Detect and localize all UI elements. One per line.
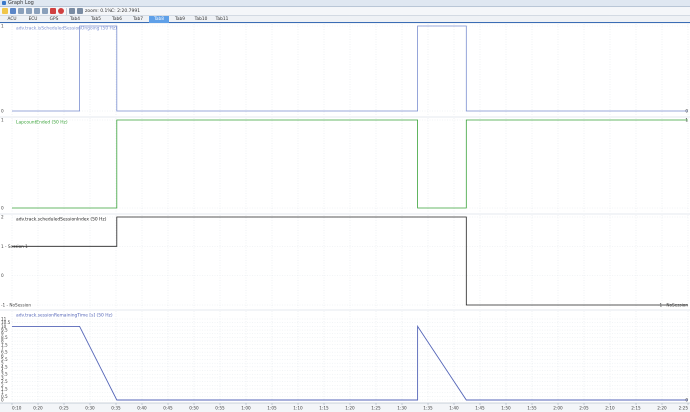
- tab-tab11[interactable]: Tab11: [212, 16, 232, 23]
- y-tick-label: 0: [1, 206, 4, 211]
- y-tick-label: 0: [1, 273, 4, 278]
- record-icon[interactable]: [58, 8, 64, 14]
- y-tick-label: 1: [1, 24, 4, 29]
- y-tick-label: 1: [1, 118, 4, 123]
- x-tick-label: 0:20: [33, 406, 43, 411]
- series-title: adv.track.scheduledSessionIndex (50 Hz): [16, 217, 107, 223]
- zoom-fit-icon[interactable]: [34, 8, 40, 14]
- x-tick-label: 1:30: [397, 406, 407, 411]
- x-tick-label: 2:10: [605, 406, 615, 411]
- plot-area: 1 0 adv.track.isScheduledSessionOngoing (5…: [0, 23, 690, 412]
- tab-gps[interactable]: GPS: [44, 16, 64, 23]
- x-tick-label: 1:05: [267, 406, 277, 411]
- y-tick-label: -1 - NoSession: [1, 303, 31, 308]
- x-tick-label: 2:20: [657, 406, 667, 411]
- open-folder-icon[interactable]: [2, 8, 8, 14]
- toolbar: zoom: 0.1% C: 2:20.7991: [0, 7, 690, 16]
- x-tick-label: 1:10: [293, 406, 303, 411]
- x-tick-label: 0:35: [111, 406, 121, 411]
- zoom-in-icon[interactable]: [18, 8, 24, 14]
- window-title: Graph Log: [8, 0, 34, 6]
- series-line: [12, 25, 688, 112]
- series-end-label: 0: [685, 398, 688, 403]
- x-tick-label: 0:45: [163, 406, 173, 411]
- toolbar-separator: [66, 8, 67, 15]
- tab-ecu[interactable]: ECU: [23, 16, 43, 23]
- x-tick-label: 1:00: [241, 406, 251, 411]
- tab-tab7[interactable]: Tab7: [128, 16, 148, 23]
- series-end-label: -1 - NoSession: [658, 303, 688, 308]
- save-icon[interactable]: [10, 8, 16, 14]
- x-tick-label: 0:50: [189, 406, 199, 411]
- tab-bar: ACU ECU GPS Tab4 Tab5 Tab6 Tab7 Tab8 Tab9 Tab10 Ta…: [0, 16, 690, 23]
- tab-acu[interactable]: ACU: [2, 16, 22, 23]
- series-title: LapcountEnded (50 Hz): [16, 120, 68, 126]
- link-icon[interactable]: [69, 8, 75, 14]
- x-tick-label: 0:30: [85, 406, 95, 411]
- tab-tab8[interactable]: Tab8: [149, 16, 169, 23]
- settings-icon[interactable]: [77, 8, 83, 14]
- x-tick-label: 0:25: [59, 406, 69, 411]
- x-tick-label: 1:45: [475, 406, 485, 411]
- x-tick-label: 1:25: [371, 406, 381, 411]
- y-tick-label: 0: [1, 109, 4, 114]
- cursor-time-readout: C: 2:20.7991: [111, 9, 141, 14]
- x-tick-label: 2:00: [553, 406, 563, 411]
- tab-tab5[interactable]: Tab5: [86, 16, 106, 23]
- title-bar: Graph Log: [0, 0, 690, 7]
- x-tick-label: 0:40: [137, 406, 147, 411]
- series-end-label: 0: [685, 109, 688, 114]
- x-tick-label: 2:25: [679, 406, 689, 411]
- tab-tab9[interactable]: Tab9: [170, 16, 190, 23]
- zoom-reset-icon[interactable]: [42, 8, 48, 14]
- tab-tab4[interactable]: Tab4: [65, 16, 85, 23]
- x-tick-label: 1:50: [501, 406, 511, 411]
- x-tick-label: 2:15: [631, 406, 641, 411]
- series-title: adv.track.sessionRemainingTime [s] (50 H…: [16, 313, 113, 319]
- tab-tab6[interactable]: Tab6: [107, 16, 127, 23]
- y-tick-label: 0: [1, 398, 4, 403]
- app-icon: [2, 1, 6, 5]
- y-tick-label: 2: [1, 215, 4, 220]
- x-tick-label: 1:35: [423, 406, 433, 411]
- cursor-icon[interactable]: [50, 8, 56, 14]
- x-tick-label: 0:10: [12, 406, 22, 411]
- graph-canvas[interactable]: 10adv.track.isScheduledSessionOngoing (5…: [0, 23, 690, 412]
- x-tick-label: 0:55: [215, 406, 225, 411]
- tab-tab10[interactable]: Tab10: [191, 16, 211, 23]
- x-tick-label: 1:55: [527, 406, 537, 411]
- x-tick-label: 2:05: [579, 406, 589, 411]
- series-end-label: 1: [685, 118, 688, 123]
- zoom-out-icon[interactable]: [26, 8, 32, 14]
- x-tick-label: 1:40: [449, 406, 459, 411]
- x-tick-label: 1:15: [319, 406, 329, 411]
- x-tick-label: 1:20: [345, 406, 355, 411]
- zoom-readout: zoom: 0.1%: [85, 9, 112, 14]
